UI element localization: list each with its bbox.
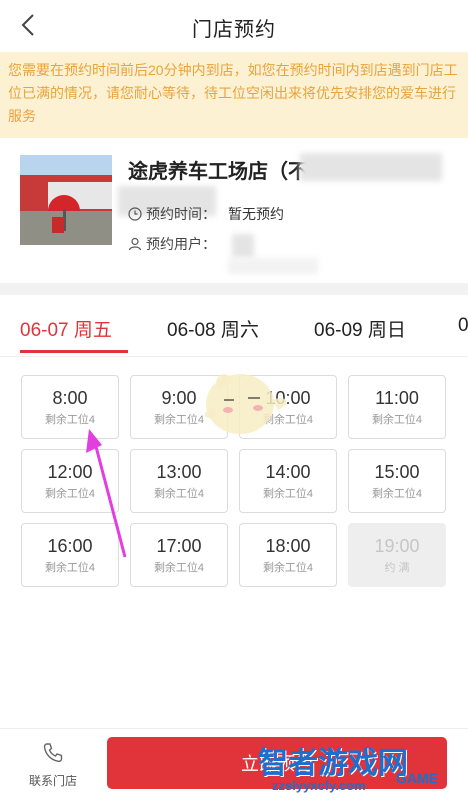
slot-remaining: 剩余工位4 [262,414,314,426]
slot-time: 10:00 [265,388,311,408]
time-slot-grid: 8:00 剩余工位4 9:00 剩余工位4 10:00 剩余工位4 11:00 … [0,357,468,592]
phone-icon [43,743,63,763]
slot-remaining: 剩余工位4 [153,488,205,500]
tab-0609[interactable]: 06-09 周日 [314,315,406,342]
contact-store-button[interactable]: 联系门店 [18,741,88,789]
slot-0900[interactable]: 9:00 剩余工位4 [130,375,228,439]
slot-remaining: 剩余工位4 [371,414,423,426]
notice-banner: 您需要在预约时间前后20分钟内到店，如您在预约时间内到店遇到门店工位已满的情况，… [0,52,468,138]
slot-1700[interactable]: 17:00 剩余工位4 [130,523,228,587]
slot-remaining: 剩余工位4 [262,488,314,500]
contact-store-label: 联系门店 [28,774,77,788]
slot-remaining: 剩余工位4 [153,562,205,574]
store-photo [20,155,112,245]
slot-time: 13:00 [156,462,202,482]
reserve-user-row: 预约用户： [128,234,216,254]
slot-1300[interactable]: 13:00 剩余工位4 [130,449,228,513]
slot-1000[interactable]: 10:00 剩余工位4 [239,375,337,439]
redacted-user [232,234,254,258]
nav-bar: 门店预约 [0,0,468,52]
reserve-user-label: 预约用户： [146,236,216,252]
tab-0608[interactable]: 06-08 周六 [167,315,259,342]
slot-remaining: 剩余工位4 [262,562,314,574]
reserve-time-label: 预约时间： [146,206,216,222]
slot-time: 15:00 [374,462,420,482]
watermark-game: GAME [396,770,438,786]
slot-time: 12:00 [47,462,93,482]
slot-time: 19:00 [374,536,420,556]
watermark-url: zzslyyxcfy.com [272,778,366,793]
slot-remaining: 剩余工位4 [44,414,96,426]
slot-1400[interactable]: 14:00 剩余工位4 [239,449,337,513]
slot-1900-full: 19:00 约 满 [348,523,446,587]
slot-remaining: 约 满 [384,562,410,574]
slot-1600[interactable]: 16:00 剩余工位4 [21,523,119,587]
date-tabs: 06-07 周五 06-08 周六 06-09 周日 0 [0,295,468,357]
store-card: 途虎养车工场店（不 预约时间： 暂无预约 预约用户： [0,138,468,283]
slot-time: 14:00 [265,462,311,482]
user-icon [128,237,142,251]
slot-remaining: 剩余工位4 [44,488,96,500]
redacted-user-2 [228,258,318,274]
tab-0607[interactable]: 06-07 周五 [20,315,112,342]
slot-time: 16:00 [47,536,93,556]
tab-next[interactable]: 0 [458,315,468,337]
active-tab-indicator [20,350,128,353]
slot-1200[interactable]: 12:00 剩余工位4 [21,449,119,513]
slot-remaining: 剩余工位4 [44,562,96,574]
slot-0800[interactable]: 8:00 剩余工位4 [21,375,119,439]
slot-1800[interactable]: 18:00 剩余工位4 [239,523,337,587]
reserve-time-value: 暂无预约 [228,206,284,222]
redacted-store-name [300,153,442,181]
slot-time: 18:00 [265,536,311,556]
slot-time: 9:00 [161,388,197,408]
reserve-time-row: 预约时间： 暂无预约 [128,204,284,224]
slot-remaining: 剩余工位4 [371,488,423,500]
clock-icon [128,207,142,221]
watermark-title: 智者游戏网 [258,747,408,780]
slot-1100[interactable]: 11:00 剩余工位4 [348,375,446,439]
slot-remaining: 剩余工位4 [153,414,205,426]
section-divider [0,283,468,295]
slot-time: 17:00 [156,536,202,556]
store-name: 途虎养车工场店（不 [128,161,308,183]
page-title: 门店预约 [192,19,276,41]
slot-1500[interactable]: 15:00 剩余工位4 [348,449,446,513]
slot-time: 8:00 [52,388,88,408]
slot-time: 11:00 [375,388,419,408]
